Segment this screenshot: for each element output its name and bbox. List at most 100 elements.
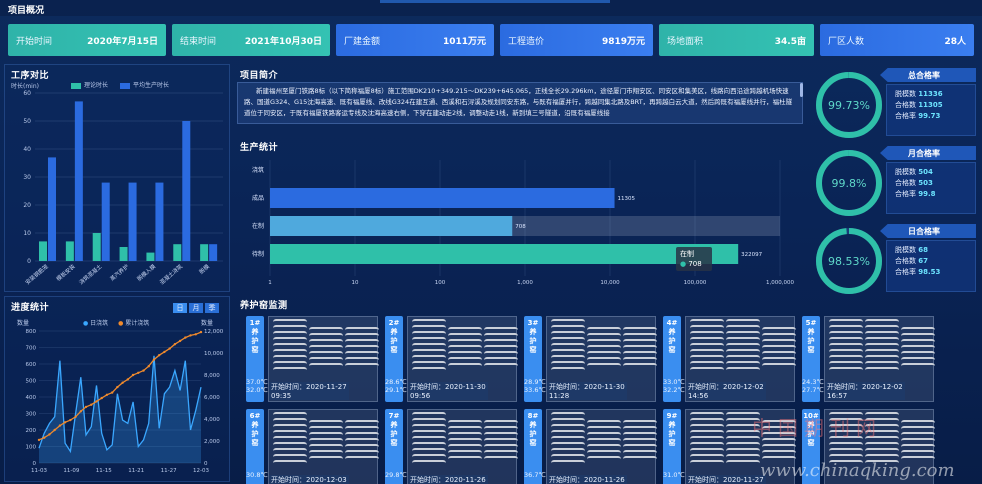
rack [726, 319, 760, 379]
kiln-card[interactable]: 8# 养 护 窑 36.7℃ 开始时间：2020-11-26 [524, 409, 657, 484]
rack [309, 327, 343, 387]
kiln-start-time: 开始时间：2020-11-30 09:56 [408, 382, 488, 400]
kiln-start-time: 开始时间：2020-11-26 [408, 475, 488, 484]
stat-value: 2021年10月30日 [244, 36, 322, 47]
x-tick-label: 蒸汽养护 [108, 262, 130, 283]
kiln-start-clock: 09:56 [410, 392, 431, 400]
kiln-start-date: 开始时间：2020-12-03 [271, 476, 347, 484]
kiln-card[interactable]: 6# 养 护 窑 30.8℃ 开始时间：2020-12-03 [246, 409, 379, 484]
kiln-start-date: 开始时间：2020-12-02 [827, 383, 903, 391]
rack [309, 420, 343, 480]
x-tick-label: 11-21 [128, 468, 144, 474]
stat-value: 1011万元 [442, 36, 486, 47]
cumulative-point [48, 433, 51, 436]
tooltip-label: 在制 [680, 250, 694, 258]
kiln-start-clock: 16:57 [827, 392, 848, 400]
kiln-start-time: 开始时间：2020-11-27 [686, 475, 766, 484]
kiln-temperature: 28.6℃ 29.1℃ [385, 378, 407, 394]
kiln-temp-1: 30.8℃ [246, 471, 268, 479]
rack [623, 420, 657, 480]
stat-label: 场地面积 [667, 36, 704, 47]
kiln-temperature: 33.0℃ 32.2℃ [663, 378, 685, 394]
rate-row-label: 合格数 [895, 101, 916, 109]
stat-label: 结束时间 [180, 36, 217, 47]
cumulative-point [189, 334, 192, 337]
cumulative-point [63, 421, 67, 424]
data-label: 322097 [741, 252, 762, 258]
kiln-temperature: 36.7℃ [524, 471, 546, 479]
production-tooltip: 在制 ● 708 [676, 247, 712, 271]
y-left-tick: 700 [26, 346, 37, 352]
stat-value: 2020年7月15日 [87, 36, 158, 47]
bar [65, 241, 74, 261]
x-tick-label: 1,000 [517, 280, 533, 286]
rack [901, 327, 935, 387]
x-tick-label: 11-03 [31, 468, 47, 474]
intro-scrollbar[interactable] [800, 83, 803, 97]
bar [39, 241, 47, 261]
rate-row: 脱模数 504 [895, 167, 967, 178]
kiln-start-clock: 11:28 [549, 392, 570, 400]
donut-percent: 99.8% [832, 177, 867, 190]
kiln-card[interactable]: 2# 养 护 窑 28.6℃ 29.1℃ 开始时间：2020-11-30 09:56 [385, 316, 518, 406]
kiln-temp-1: 29.8℃ [385, 471, 407, 479]
kiln-card[interactable]: 5# 养 护 窑 24.3℃ 27.7℃ 开始时间：2020-12-02 16:57 [802, 316, 935, 406]
kiln-temp-2: 33.6℃ [524, 386, 546, 394]
cumulative-point [53, 428, 56, 432]
production-bar-chart: 1 10 100 1,000 10,000 100,000 1,000,000 浇筑成品 113… [252, 160, 794, 286]
process-panel: 工序对比 时长(min) 理论时长 平均生产时长 0 10 20 30 40 50 60 安装… [4, 64, 230, 292]
rate-title: 日合格率 [908, 227, 940, 236]
progress-panel: 进度统计 日 月 季 数量 数量 ● 日浇筑 ● 累计浇筑 0 100 200 300… [4, 296, 230, 482]
x-tick-label: 10,000 [600, 280, 620, 286]
rack [865, 319, 899, 379]
kiln-card[interactable]: 4# 养 护 窑 33.0℃ 32.2℃ 开始时间：2020-12-02 14:56 [663, 316, 796, 406]
x-tick-label: 100 [435, 280, 446, 286]
kiln-title: 养护窑监测 [240, 301, 288, 311]
rate-row: 合格率 99.73 [895, 111, 967, 122]
bar [128, 182, 137, 261]
kiln-card[interactable]: 1# 养 护 窑 37.0℃ 32.0℃ 开始时间：2020-11-27 09:35 [246, 316, 379, 406]
intro-text: 新建福州至厦门铁路8标（以下简称福厦8标）施工范围DK210+349.215～D… [244, 87, 793, 117]
rate-row-value: 99.73 [918, 112, 941, 120]
kiln-temp-1: 31.0℃ [663, 471, 685, 479]
intro-box[interactable]: 新建福州至厦门铁路8标（以下简称福厦8标）施工范围DK210+349.215～D… [237, 82, 803, 124]
y-left-tick: 600 [26, 362, 37, 368]
stat-card: 开始时间 2020年7月15日 [8, 24, 166, 56]
kiln-card[interactable]: 7# 养 护 窑 29.8℃ 开始时间：2020-11-26 [385, 409, 518, 484]
donut-percent: 99.73% [828, 99, 870, 112]
stat-label: 厂区人数 [828, 36, 865, 47]
y-right-tick: 12,000 [204, 329, 224, 335]
kiln-temp-2: 32.2℃ [663, 386, 685, 394]
y-tick-label: 0 [27, 258, 31, 265]
stat-card: 结束时间 2021年10月30日 [172, 24, 330, 56]
x-tick-label: 11-15 [96, 468, 112, 474]
kiln-racks [407, 409, 518, 484]
cumulative-point [168, 347, 171, 350]
y-left-tick: 0 [33, 461, 37, 467]
stat-value: 9819万元 [601, 36, 645, 47]
watermark-url: www.chinaqking.com [760, 460, 955, 481]
rate-header: 总合格率 [880, 68, 976, 82]
rate-row: 脱模数 68 [895, 245, 967, 256]
y-tick-label: 成品 [252, 194, 264, 202]
rate-row: 合格数 11305 [895, 100, 967, 111]
bar [270, 216, 513, 236]
kiln-temp-1: 28.6℃ [385, 378, 407, 386]
cumulative-point [58, 424, 62, 427]
bar [101, 182, 110, 261]
header-accent-line [380, 0, 610, 3]
tooltip-marker: ● [680, 260, 687, 268]
rate-row: 合格数 67 [895, 256, 967, 267]
kiln-temperature: 37.0℃ 32.0℃ [246, 378, 268, 394]
page-title: 项目概况 [8, 6, 45, 16]
y-left-tick: 800 [26, 329, 37, 335]
kiln-card[interactable]: 3# 养 护 窑 28.9℃ 33.6℃ 开始时间：2020-11-30 11:28 [524, 316, 657, 406]
stat-card: 厂区人数 28人 [820, 24, 974, 56]
y-tick-label: 30 [23, 174, 31, 181]
kiln-start-date: 开始时间：2020-11-27 [271, 383, 347, 391]
y-tick-label: 10 [23, 230, 31, 237]
rate-row-value: 68 [918, 246, 928, 254]
y-tick-label: 20 [23, 202, 31, 209]
rate-row-label: 脱模数 [895, 90, 916, 98]
cumulative-point [79, 410, 83, 413]
